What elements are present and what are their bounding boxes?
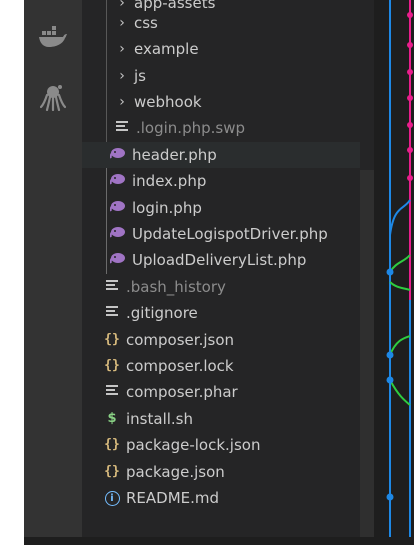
tree-item-label: UpdateLogispotDriver.php	[132, 225, 328, 243]
vscode-window: › app-assets › css › example › js › webh…	[24, 0, 414, 545]
activity-bar	[24, 0, 82, 545]
tree-item-label: .bash_history	[126, 278, 226, 296]
chevron-right-icon: ›	[119, 15, 125, 31]
tree-item-label: js	[134, 67, 146, 85]
tree-item-label: index.php	[132, 172, 207, 190]
chevron-right-icon: ›	[119, 68, 125, 84]
json-braces-icon: {}	[104, 437, 120, 452]
tree-item-label: css	[134, 14, 158, 32]
lines-file-icon	[104, 384, 120, 400]
tree-item-label: login.php	[132, 199, 202, 217]
tree-item-label: install.sh	[126, 410, 193, 428]
php-elephant-icon	[109, 147, 126, 163]
tree-item-label: composer.json	[126, 331, 235, 349]
docker-icon[interactable]	[36, 20, 70, 54]
tree-item-label: composer.lock	[126, 357, 234, 375]
tree-item-label: package.json	[126, 463, 225, 481]
tree-item-label: header.php	[132, 146, 217, 164]
tree-item-label: UploadDeliveryList.php	[132, 251, 307, 269]
chevron-right-icon: ›	[119, 94, 125, 110]
tree-item-label: composer.phar	[126, 383, 238, 401]
json-braces-icon: {}	[104, 358, 120, 373]
php-elephant-icon	[109, 173, 126, 189]
lines-file-icon	[114, 120, 130, 136]
git-graph-panel	[374, 0, 414, 545]
tree-item-label: README.md	[126, 489, 220, 507]
info-icon: i	[104, 491, 120, 506]
tree-item-label: webhook	[134, 93, 202, 111]
chevron-right-icon: ›	[119, 41, 125, 57]
json-braces-icon: {}	[104, 464, 120, 479]
lines-file-icon	[104, 305, 120, 321]
php-elephant-icon	[109, 200, 126, 216]
explorer-file-tree: › app-assets › css › example › js › webh…	[82, 0, 414, 545]
tree-item-label: .login.php.swp	[136, 119, 245, 137]
tree-item-label: .gitignore	[126, 304, 198, 322]
octopus-icon[interactable]	[36, 80, 70, 114]
tree-item-label: package-lock.json	[126, 436, 261, 454]
php-elephant-icon	[109, 226, 126, 242]
bottom-edge	[24, 537, 414, 545]
lines-file-icon	[104, 279, 120, 295]
scrollbar-thumb[interactable]	[360, 170, 374, 545]
json-braces-icon: {}	[104, 332, 120, 347]
php-elephant-icon	[109, 252, 126, 268]
tree-item-label: example	[134, 40, 199, 58]
shell-dollar-icon: $	[107, 411, 117, 426]
